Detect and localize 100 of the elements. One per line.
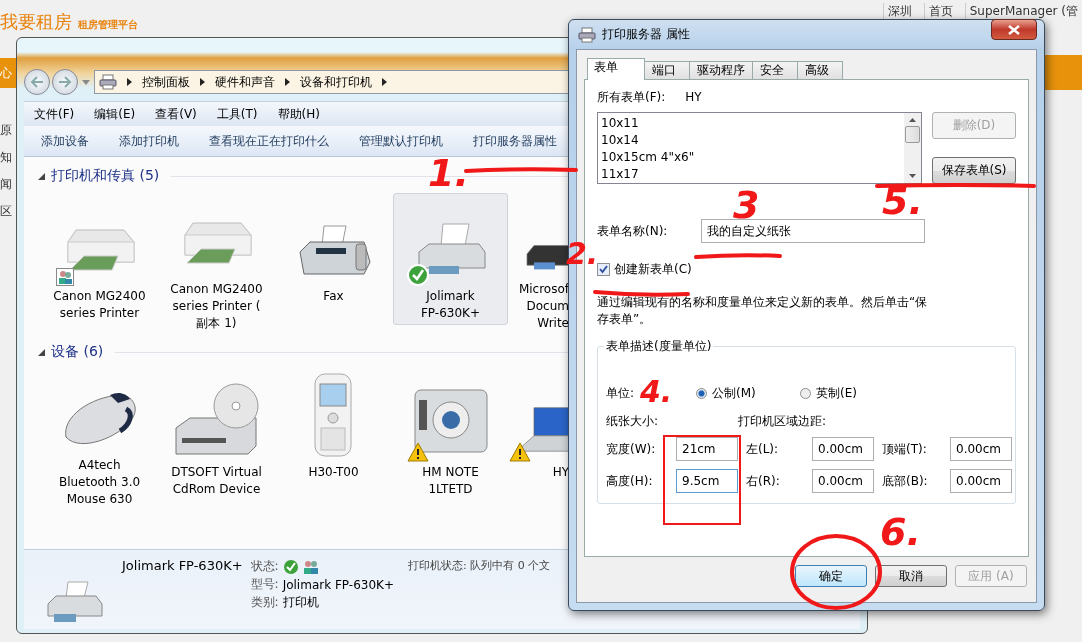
model-label: 型号: bbox=[250, 576, 279, 593]
margins-label: 打印机区域边距: bbox=[738, 413, 827, 430]
chevron-right-icon[interactable] bbox=[200, 78, 205, 86]
section-title[interactable]: 打印机和传真 (5) bbox=[51, 167, 160, 185]
category-label: 类别: bbox=[250, 594, 279, 611]
chevron-right-icon[interactable] bbox=[285, 78, 290, 86]
scroll-thumb[interactable] bbox=[905, 126, 920, 143]
device-item[interactable]: HY bbox=[510, 369, 570, 509]
nav-bar-edge bbox=[1042, 55, 1082, 90]
device-item[interactable]: A4tech Bluetooth 3.0 Mouse 630 bbox=[42, 369, 157, 509]
input-field[interactable]: 0.00cm bbox=[812, 437, 874, 461]
list-item[interactable]: 10x14 bbox=[601, 132, 901, 149]
device-item[interactable]: H30-T00 bbox=[276, 369, 391, 509]
tab[interactable]: 驱动程序 bbox=[689, 61, 753, 79]
scrollbar[interactable] bbox=[904, 113, 921, 183]
site-logo-text: 我要租房 bbox=[0, 10, 72, 34]
device-name: Canon MG2400 series Printer bbox=[53, 288, 146, 322]
form-name-field[interactable]: 我的自定义纸张 bbox=[701, 219, 925, 243]
printer-icon bbox=[99, 74, 117, 90]
input-field[interactable]: 0.00cm bbox=[950, 469, 1012, 493]
device-name: HY bbox=[552, 464, 569, 481]
device-name: A4tech Bluetooth 3.0 Mouse 630 bbox=[58, 457, 141, 508]
device-item[interactable]: DTSOFT Virtual CdRom Device bbox=[159, 369, 274, 509]
forward-button[interactable] bbox=[52, 69, 78, 95]
command-button[interactable]: 管理默认打印机 bbox=[359, 132, 443, 150]
command-button[interactable]: 打印服务器属性 bbox=[473, 132, 557, 150]
model-value: Jolimark FP-630K+ bbox=[282, 577, 394, 592]
window-title: 打印服务器 属性 bbox=[602, 26, 691, 43]
printer-icon bbox=[578, 26, 596, 43]
site-tagline: 租房管理平台 bbox=[78, 18, 138, 32]
menu-item[interactable]: 文件(F) bbox=[34, 105, 75, 123]
dialog-button[interactable]: 确定 bbox=[795, 565, 867, 587]
device-name: Jolimark FP-630K+ bbox=[122, 558, 243, 573]
checkbox-label[interactable]: 创建新表单(C) bbox=[614, 261, 692, 278]
sidebar-item[interactable]: 原 bbox=[0, 122, 15, 139]
device-name: Microsof Docum Write bbox=[518, 281, 569, 332]
breadcrumb[interactable]: 硬件和声音 bbox=[215, 73, 275, 91]
description-text: 通过编辑现有的名称和度量单位来定义新的表单。然后单击“保存表单”。 bbox=[597, 294, 929, 328]
device-name: DTSOFT Virtual CdRom Device bbox=[171, 464, 262, 498]
scroll-up-icon[interactable] bbox=[909, 118, 916, 122]
field-label: 宽度(W): bbox=[606, 440, 657, 458]
collapse-triangle-icon[interactable] bbox=[38, 348, 45, 356]
sidebar-item[interactable]: 闻 bbox=[0, 176, 15, 193]
checkbox[interactable] bbox=[597, 263, 610, 276]
breadcrumb[interactable]: 控制面板 bbox=[142, 73, 190, 91]
back-button[interactable] bbox=[24, 69, 50, 95]
printer-status-text: 打印机状态: 队列中有 0 个文 bbox=[408, 558, 551, 573]
radio-label[interactable]: 公制(M) bbox=[712, 384, 756, 402]
radio-button[interactable] bbox=[800, 387, 812, 399]
dialog-button[interactable]: 取消 bbox=[875, 565, 947, 587]
radio-button[interactable] bbox=[696, 387, 708, 399]
group-title: 表单描述(度量单位) bbox=[604, 338, 714, 355]
radio-label[interactable]: 英制(E) bbox=[816, 384, 857, 402]
input-field[interactable]: 0.00cm bbox=[812, 469, 874, 493]
device-name: Jolimark FP-630K+ bbox=[420, 288, 480, 322]
sidebar-item[interactable]: 知 bbox=[0, 149, 15, 166]
chevron-right-icon[interactable] bbox=[127, 78, 132, 86]
paper-size-label: 纸张大小: bbox=[606, 413, 660, 430]
device-item[interactable]: HM NOTE 1LTETD bbox=[393, 369, 508, 509]
annotation-number: 6. bbox=[880, 510, 921, 554]
tab[interactable]: 安全 bbox=[752, 61, 798, 79]
menu-item[interactable]: 查看(V) bbox=[155, 105, 197, 123]
device-name: HM NOTE 1LTETD bbox=[422, 464, 479, 498]
menu-item[interactable]: 帮助(H) bbox=[277, 105, 320, 123]
device-name: Canon MG2400 series Printer ( 副本 1) bbox=[170, 281, 263, 332]
device-item[interactable]: Fax bbox=[276, 193, 391, 333]
device-item[interactable]: Jolimark FP-630K+ bbox=[393, 193, 508, 325]
input-field[interactable]: 9.5cm bbox=[676, 469, 738, 493]
section-title[interactable]: 设备 (6) bbox=[51, 343, 104, 361]
units-label: 单位: bbox=[606, 384, 635, 402]
dropdown-caret-icon[interactable] bbox=[82, 79, 90, 85]
tab[interactable]: 高级 bbox=[797, 61, 843, 79]
annotation-number: 1. bbox=[428, 151, 469, 195]
menu-item[interactable]: 工具(T) bbox=[216, 105, 258, 123]
close-button[interactable] bbox=[991, 19, 1037, 40]
input-field[interactable]: 21cm bbox=[676, 437, 738, 461]
device-item[interactable]: Canon MG2400 series Printer ( 副本 1) bbox=[159, 193, 274, 333]
collapse-triangle-icon[interactable] bbox=[38, 172, 45, 180]
tab[interactable]: 表单 bbox=[587, 58, 645, 80]
check-circle-icon bbox=[282, 558, 299, 575]
breadcrumb[interactable]: 设备和打印机 bbox=[300, 73, 372, 91]
tab[interactable]: 端口 bbox=[644, 61, 690, 79]
scroll-down-icon[interactable] bbox=[909, 174, 916, 178]
save-form-button[interactable]: 保存表单(S) bbox=[932, 157, 1016, 184]
input-field[interactable]: 0.00cm bbox=[950, 437, 1012, 461]
device-item[interactable]: Canon MG2400 series Printer bbox=[42, 193, 157, 333]
list-item[interactable]: 10x15cm 4"x6" bbox=[601, 149, 901, 166]
command-button[interactable]: 添加设备 bbox=[41, 132, 89, 150]
device-name: H30-T00 bbox=[308, 464, 359, 481]
field-label: 左(L): bbox=[746, 440, 780, 458]
command-button[interactable]: 添加打印机 bbox=[119, 132, 179, 150]
close-icon[interactable] bbox=[1008, 24, 1020, 35]
field-label: 高度(H): bbox=[606, 472, 654, 490]
status-label: 状态: bbox=[250, 558, 279, 575]
chevron-right-icon[interactable] bbox=[382, 78, 387, 86]
menu-item[interactable]: 编辑(E) bbox=[94, 105, 136, 123]
command-button[interactable]: 查看现在正在打印什么 bbox=[209, 132, 329, 150]
sidebar-item[interactable]: 区 bbox=[0, 203, 15, 220]
list-item[interactable]: 10x11 bbox=[601, 115, 901, 132]
field-label: 底部(B): bbox=[882, 472, 929, 490]
